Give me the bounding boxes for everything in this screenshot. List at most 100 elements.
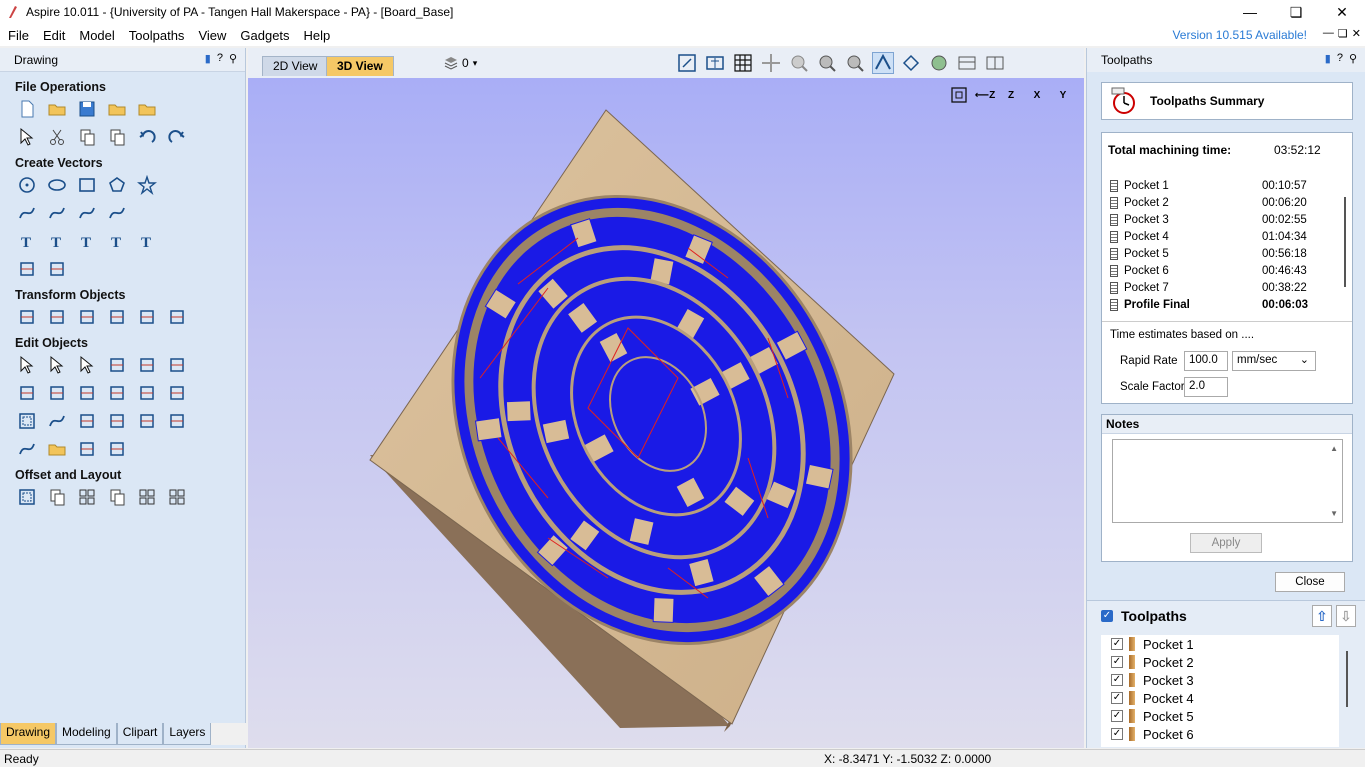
tiling-icon[interactable]: [166, 486, 188, 508]
toolpath-list-scrollbar[interactable]: [1345, 651, 1349, 731]
tab-3d-view[interactable]: 3D View: [326, 56, 394, 76]
align-icon[interactable]: [76, 306, 98, 328]
move-icon[interactable]: [16, 306, 38, 328]
rapid-rate-input[interactable]: 100.0: [1184, 351, 1228, 371]
ungroup-icon[interactable]: [136, 354, 158, 376]
end-bend-icon[interactable]: [76, 438, 98, 460]
toolpaths-master-checkbox[interactable]: ✓: [1101, 610, 1113, 622]
right-panel-pin-icon[interactable]: ⚲: [1349, 52, 1357, 65]
zoom-out-icon[interactable]: [844, 52, 866, 74]
curve-join-icon[interactable]: [16, 438, 38, 460]
smooth-icon[interactable]: [166, 382, 188, 404]
polygon-icon[interactable]: [106, 174, 128, 196]
distort-icon[interactable]: [136, 306, 158, 328]
layer-selector[interactable]: 0 ▾: [444, 56, 477, 70]
center-icon[interactable]: [166, 306, 188, 328]
scroll-down-icon[interactable]: ▼: [1330, 509, 1338, 518]
grid-icon[interactable]: [732, 52, 754, 74]
pan-icon[interactable]: [760, 52, 782, 74]
view-y-icon[interactable]: Y: [1052, 84, 1074, 106]
text-icon[interactable]: T: [16, 230, 38, 252]
view-x-icon[interactable]: X: [1026, 84, 1048, 106]
menu-view[interactable]: View: [192, 28, 232, 43]
close-window-button[interactable]: ✕: [1319, 0, 1365, 24]
spiral-icon[interactable]: [106, 202, 128, 224]
node-edit-icon[interactable]: [76, 354, 98, 376]
list-item[interactable]: ✓ Pocket 3: [1101, 671, 1339, 689]
edit-sheet-icon[interactable]: [136, 410, 158, 432]
weld-icon[interactable]: [16, 382, 38, 404]
minimize-button[interactable]: —: [1227, 0, 1273, 24]
new-file-icon[interactable]: [16, 98, 38, 120]
copy-icon[interactable]: [76, 126, 98, 148]
offset-vector-icon[interactable]: [16, 486, 38, 508]
extend-icon[interactable]: [76, 410, 98, 432]
text-on-curve-icon[interactable]: T: [76, 230, 98, 252]
export-icon[interactable]: [136, 98, 158, 120]
polyline-icon[interactable]: [16, 202, 38, 224]
list-item[interactable]: ✓ Pocket 2: [1101, 653, 1339, 671]
iso-axes-icon[interactable]: ⟵Z: [974, 84, 996, 106]
toolpath-preview-icon[interactable]: [900, 52, 922, 74]
right-panel-dock-icon[interactable]: ▮: [1325, 52, 1331, 65]
scale-factor-input[interactable]: 2.0: [1184, 377, 1228, 397]
zoom-material-icon[interactable]: [704, 52, 726, 74]
copy-along-vector-icon[interactable]: [106, 486, 128, 508]
rectangle-icon[interactable]: [76, 174, 98, 196]
menu-model[interactable]: Model: [73, 28, 120, 43]
move-down-icon[interactable]: ⇩: [1336, 605, 1356, 627]
list-item[interactable]: ✓ Pocket 1: [1101, 635, 1339, 653]
toolpath-checkbox[interactable]: ✓: [1111, 710, 1123, 722]
mdi-close-icon[interactable]: ✕: [1352, 27, 1361, 40]
zoom-in-icon[interactable]: [816, 52, 838, 74]
node-select-icon[interactable]: [16, 354, 38, 376]
cut-icon[interactable]: [46, 126, 68, 148]
curve-icon[interactable]: [76, 202, 98, 224]
scroll-up-icon[interactable]: ▲: [1330, 444, 1338, 453]
subtract-icon[interactable]: [46, 382, 68, 404]
toolpath-checkbox[interactable]: ✓: [1111, 728, 1123, 740]
menu-toolpaths[interactable]: Toolpaths: [123, 28, 191, 43]
tab-2d-view[interactable]: 2D View: [262, 56, 329, 76]
open-file-icon[interactable]: [46, 98, 68, 120]
scale-icon[interactable]: [46, 306, 68, 328]
apply-button[interactable]: Apply: [1190, 533, 1262, 553]
toolpath-checkbox[interactable]: ✓: [1111, 674, 1123, 686]
arc-icon[interactable]: [46, 202, 68, 224]
list-item[interactable]: ✓ Pocket 5: [1101, 707, 1339, 725]
open-end-icon[interactable]: [46, 438, 68, 460]
panel-help-icon[interactable]: ?: [217, 52, 223, 65]
mdi-minimize-icon[interactable]: —: [1323, 27, 1334, 40]
bend-text-icon[interactable]: T: [136, 230, 158, 252]
zoom-extents-icon[interactable]: [676, 52, 698, 74]
split-view-icon[interactable]: [956, 52, 978, 74]
3d-viewport[interactable]: ⟵Z Z X Y: [248, 78, 1084, 748]
trim-icon[interactable]: [166, 354, 188, 376]
close-vector-icon[interactable]: [106, 410, 128, 432]
panel-pin-icon[interactable]: ⚲: [229, 52, 237, 65]
menu-help[interactable]: Help: [298, 28, 337, 43]
ellipse-icon[interactable]: [46, 174, 68, 196]
close-button[interactable]: Close: [1275, 572, 1345, 592]
mdi-restore-icon[interactable]: ❏: [1338, 27, 1348, 40]
save-icon[interactable]: [76, 98, 98, 120]
offset-icon[interactable]: [16, 410, 38, 432]
mirror-icon[interactable]: [106, 306, 128, 328]
version-available-link[interactable]: Version 10.515 Available!: [1172, 28, 1307, 42]
measure-icon[interactable]: [46, 258, 68, 280]
import-icon[interactable]: [106, 98, 128, 120]
auto-layout-text-icon[interactable]: T: [106, 230, 128, 252]
nest-parts-icon[interactable]: [136, 486, 158, 508]
circle-icon[interactable]: [16, 174, 38, 196]
toggle-toolpaths-icon[interactable]: [872, 52, 894, 74]
notes-textarea[interactable]: ▲ ▼: [1112, 439, 1343, 523]
list-item[interactable]: ✓ Pocket 4: [1101, 689, 1339, 707]
array-copy-icon[interactable]: [46, 486, 68, 508]
toolpath-checkbox[interactable]: ✓: [1111, 656, 1123, 668]
fillet-icon[interactable]: [106, 382, 128, 404]
group-icon[interactable]: [106, 354, 128, 376]
times-scrollbar[interactable]: [1342, 185, 1348, 313]
image-icon[interactable]: [166, 410, 188, 432]
view-z-icon[interactable]: Z: [1000, 84, 1022, 106]
rapid-rate-unit-select[interactable]: mm/sec ⌄: [1232, 351, 1316, 371]
